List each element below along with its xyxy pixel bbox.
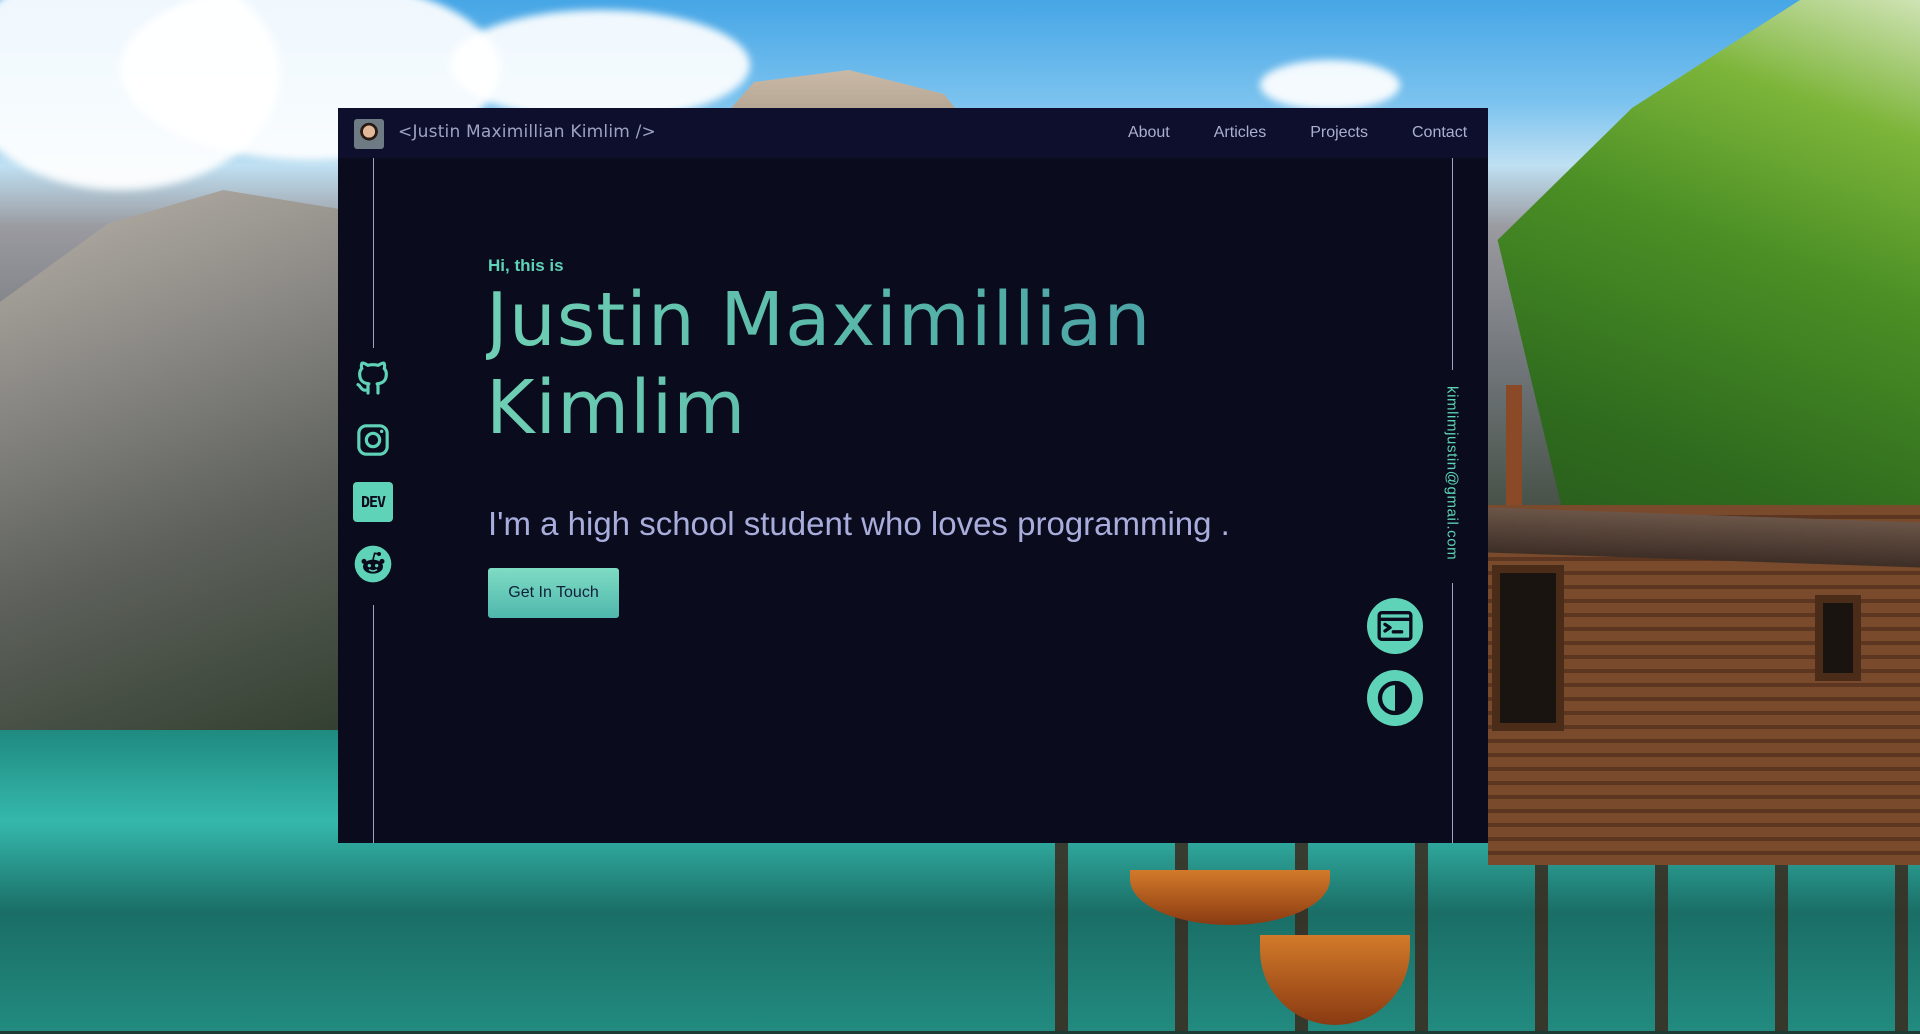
- left-rail-line: [373, 158, 374, 348]
- instagram-icon: [357, 424, 389, 456]
- left-rail-line: [373, 605, 374, 843]
- hero-tagline: I'm a high school student who loves prog…: [488, 505, 1230, 542]
- hero-greeting: Hi, this is: [488, 256, 564, 275]
- right-rail-line: [1452, 583, 1453, 843]
- theme-toggle-icon: [1377, 680, 1413, 716]
- reddit-link[interactable]: [353, 544, 393, 584]
- dev-to-link[interactable]: DEV: [353, 482, 393, 522]
- site-logo[interactable]: <Justin Maximillian Kimlim />: [398, 122, 656, 142]
- cabin-chimney: [1506, 385, 1522, 515]
- cabin-window: [1492, 565, 1564, 731]
- nav-links: About Articles Projects Contact: [1128, 108, 1488, 158]
- instagram-link[interactable]: [353, 420, 393, 460]
- navbar: <Justin Maximillian Kimlim /> About Arti…: [338, 108, 1488, 158]
- email-link[interactable]: kimlimjustin@gmail.com: [1444, 386, 1461, 560]
- avatar[interactable]: [354, 119, 384, 149]
- nav-about[interactable]: About: [1128, 124, 1170, 142]
- nav-articles[interactable]: Articles: [1214, 124, 1266, 142]
- right-rail-line: [1452, 158, 1453, 370]
- hero-name-line2: Kimlim: [486, 365, 747, 451]
- nav-projects[interactable]: Projects: [1310, 124, 1368, 142]
- hero-name-line1: Justin Maximillian: [486, 277, 1152, 363]
- cabin-window: [1815, 595, 1861, 681]
- nav-contact[interactable]: Contact: [1412, 124, 1488, 142]
- portfolio-page: <Justin Maximillian Kimlim /> About Arti…: [338, 108, 1488, 843]
- theme-toggle-button[interactable]: [1367, 670, 1423, 726]
- cloud: [1260, 60, 1400, 110]
- terminal-icon: [1377, 611, 1413, 641]
- reddit-icon: [354, 545, 392, 583]
- cloud: [450, 10, 750, 120]
- terminal-button[interactable]: [1367, 598, 1423, 654]
- hero-name: Justin Maximillian Kimlim: [486, 276, 1206, 452]
- mountain-cliff: [0, 190, 360, 750]
- get-in-touch-button[interactable]: Get In Touch: [488, 568, 619, 618]
- github-icon: [356, 361, 388, 395]
- dev-icon: DEV: [353, 482, 393, 522]
- github-link[interactable]: [353, 358, 393, 398]
